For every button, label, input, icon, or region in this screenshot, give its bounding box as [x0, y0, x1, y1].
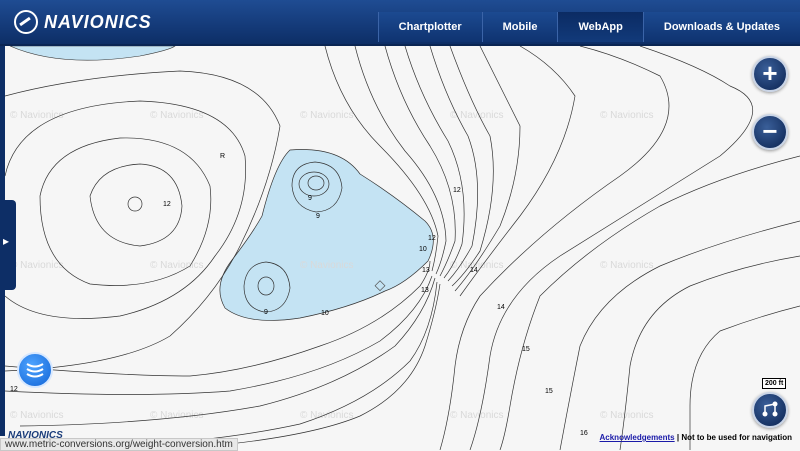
depth-label: 14 [470, 267, 478, 274]
zoom-in-button[interactable]: + [752, 56, 788, 92]
depth-label: 12 [10, 386, 18, 393]
depth-label: 9 [264, 309, 268, 316]
depth-label: 15 [545, 388, 553, 395]
depth-label: 16 [580, 430, 588, 437]
minus-icon: − [762, 116, 778, 146]
status-url-bar: www.metric-conversions.org/weight-conver… [0, 438, 238, 451]
acknowledgements-bar: Acknowledgements | Not to be used for na… [600, 433, 793, 442]
plus-icon: + [762, 58, 778, 88]
contour-line [454, 46, 521, 292]
contour-line [127, 196, 143, 212]
depth-label: 14 [497, 304, 505, 311]
watermark: © Navionics [150, 260, 204, 271]
depth-label: R [220, 153, 225, 160]
contour-line [449, 46, 494, 287]
watermark: © Navionics [600, 260, 654, 271]
watermark: © Navionics [300, 110, 354, 121]
route-icon [762, 401, 778, 417]
route-button[interactable] [752, 392, 788, 428]
sonar-button[interactable] [17, 352, 53, 388]
navigation-disclaimer: | Not to be used for navigation [674, 433, 792, 442]
watermark: © Navionics [600, 410, 654, 421]
sonar-waves-icon [26, 363, 44, 378]
navionics-logo[interactable]: NAVIONICS [14, 10, 152, 34]
contour-line [469, 46, 754, 450]
contour-line [4, 100, 246, 319]
top-navigation-bar: NAVIONICS Chartplotter Mobile WebApp Dow… [0, 0, 800, 46]
depth-label: 13 [421, 287, 429, 294]
depth-label: 12 [453, 187, 461, 194]
scale-bar: 200 ft [762, 378, 787, 389]
watermark: © Navionics [600, 110, 654, 121]
watermark: © Navionics [300, 260, 354, 271]
watermark: © Navionics [150, 110, 204, 121]
watermark: © Navionics [10, 410, 64, 421]
depth-label: 12 [163, 201, 171, 208]
nav-downloads-updates[interactable]: Downloads & Updates [642, 12, 800, 42]
zoom-out-button[interactable]: − [752, 114, 788, 150]
depth-label: 12 [428, 235, 436, 242]
shallow-water-area [219, 149, 434, 321]
main-nav: Chartplotter Mobile WebApp Downloads & U… [377, 12, 800, 42]
watermark: © Navionics [10, 110, 64, 121]
navionics-logo-icon [14, 10, 38, 34]
nav-webapp[interactable]: WebApp [557, 12, 643, 42]
acknowledgements-link[interactable]: Acknowledgements [600, 433, 675, 442]
watermark: © Navionics [300, 410, 354, 421]
depth-label: 10 [321, 310, 329, 317]
nautical-chart-map[interactable]: © Navionics © Navionics © Navionics © Na… [0, 46, 800, 450]
watermark: © Navionics [450, 410, 504, 421]
nav-mobile[interactable]: Mobile [481, 12, 558, 42]
side-panel-toggle[interactable] [0, 200, 16, 290]
contour-line [439, 46, 670, 450]
depth-label: 13 [422, 267, 430, 274]
depth-label: 9 [316, 213, 320, 220]
logo-text: NAVIONICS [44, 11, 152, 32]
watermark: © Navionics [450, 110, 504, 121]
nav-chartplotter[interactable]: Chartplotter [377, 12, 482, 42]
depth-label: 9 [308, 195, 312, 202]
watermark: © Navionics [10, 260, 64, 271]
depth-label: 15 [522, 346, 530, 353]
shallow-water-area [9, 46, 176, 61]
chart-canvas: © Navionics © Navionics © Navionics © Na… [4, 46, 800, 450]
depth-label: 10 [419, 246, 427, 253]
